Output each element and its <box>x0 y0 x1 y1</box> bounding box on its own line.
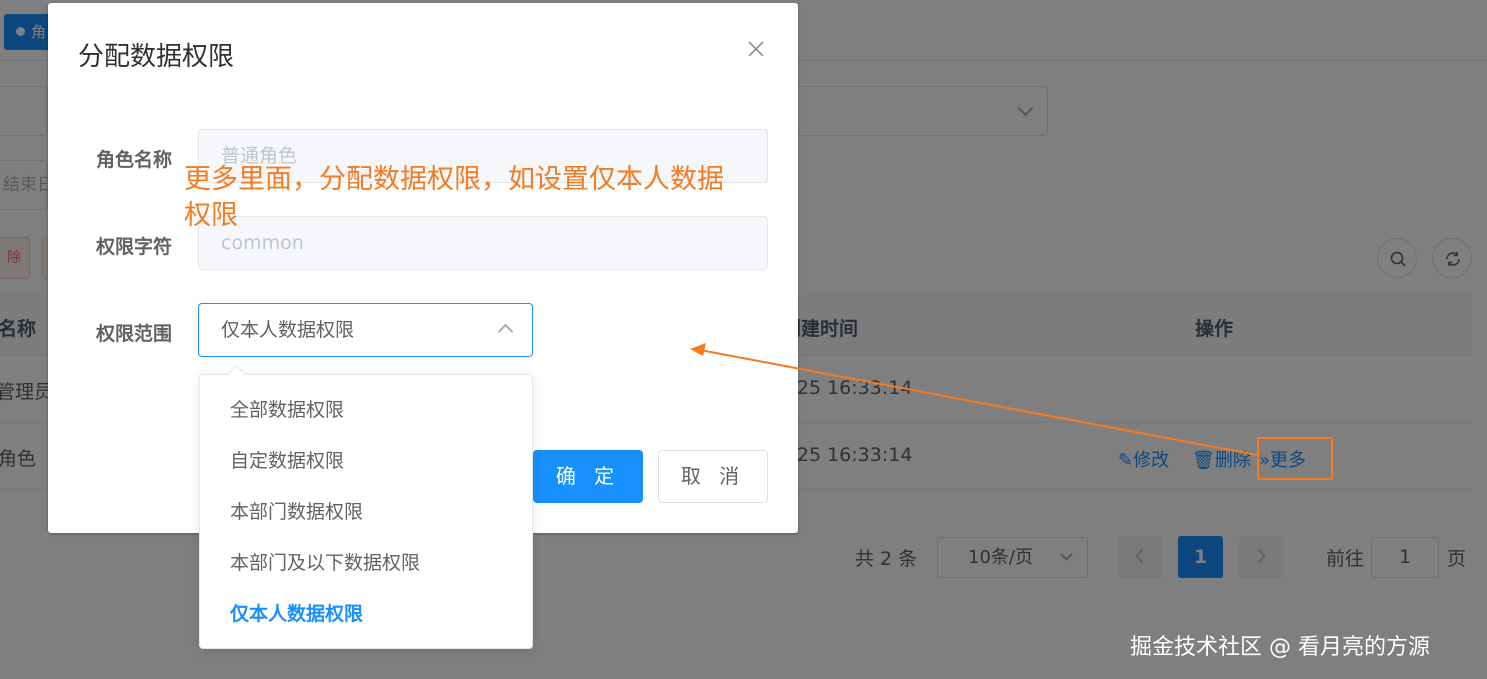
annotation-arrow <box>690 343 1258 456</box>
watermark-text: 掘金技术社区 @ 看月亮的方源 <box>1130 635 1430 660</box>
